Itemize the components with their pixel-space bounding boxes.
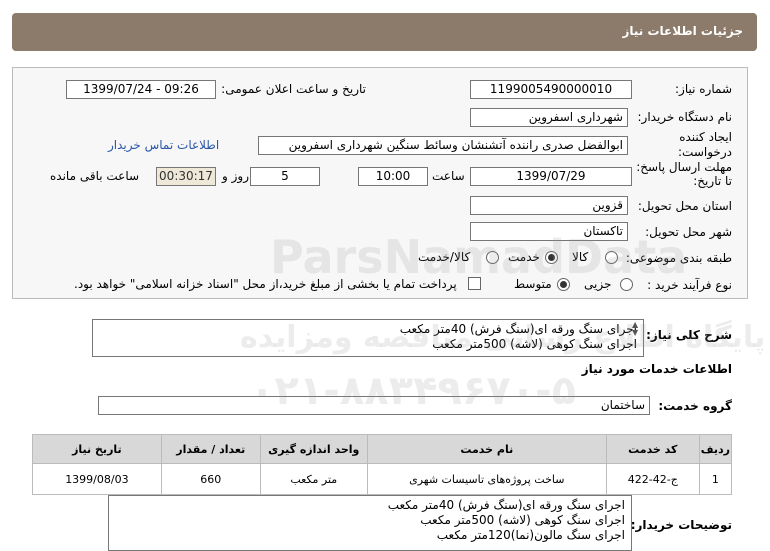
announce-label: تاریخ و ساعت اعلان عمومی: (221, 82, 366, 96)
buyer-label: نام دستگاه خریدار: (637, 110, 733, 124)
contact-buyer-link[interactable]: اطلاعات تماس خریدار (108, 138, 219, 152)
buyer-notes-box: اجرای سنگ ورقه ای(سنگ فرش) 40متر مکعب اج… (108, 495, 632, 551)
category-goods-radio[interactable] (605, 251, 618, 264)
province-field: قزوین (470, 196, 628, 215)
col-name-header: نام خدمت (366, 434, 607, 464)
process-label: نوع فرآیند خرید : (647, 278, 732, 292)
category-goods-label: کالا (572, 250, 589, 264)
city-field: تاکستان (470, 222, 628, 241)
summary-label: شرح کلی نیاز: (646, 328, 732, 342)
process-medium-label: متوسط (514, 277, 552, 291)
creator-field: ابوالفضل صدری راننده آتشنشان وسائط سنگین… (258, 136, 628, 155)
process-minor-radio[interactable] (620, 278, 633, 291)
category-label: طبقه بندی موضوعی: (625, 251, 732, 265)
treasury-payment-note: پرداخت تمام یا بخشی از مبلغ خرید،از محل … (74, 277, 457, 291)
city-label: شهر محل تحویل: (645, 225, 732, 239)
page-header: جزئیات اطلاعات نیاز (12, 13, 757, 51)
remaining-label: ساعت باقی مانده (50, 169, 140, 183)
need-number-field: 1199005490000010 (470, 80, 632, 99)
col-row-header: ردیف (698, 434, 733, 464)
table-header-row: ردیف کد خدمت نام خدمت واحد اندازه گیری ت… (32, 434, 733, 464)
deadline-date-field: 1399/07/29 (470, 167, 632, 186)
cell-code: ج-42-422 (605, 463, 700, 495)
days-remaining-field: 5 (250, 167, 320, 186)
process-medium-radio[interactable] (557, 278, 570, 291)
days-label: روز و (222, 169, 249, 183)
cell-row: 1 (698, 463, 733, 495)
service-group-label: گروه خدمت: (658, 399, 732, 413)
province-label: استان محل تحویل: (637, 199, 732, 213)
buyer-note-line: اجرای سنگ کوهی (لاشه) 500متر مکعب (420, 513, 625, 527)
remaining-time-field: 00:30:17 (156, 167, 216, 186)
scroll-arrows-icon[interactable]: ▲ ▼ (632, 321, 638, 337)
summary-line: اجرای سنگ کوهی (لاشه) 500متر مکعب (432, 337, 637, 351)
treasury-payment-checkbox[interactable] (468, 277, 481, 290)
summary-line: اجرای سنگ ورقه ای(سنگ فرش) 40متر مکعب (399, 322, 637, 336)
creator-label: ایجاد کننده درخواست: (678, 130, 732, 159)
col-code-header: کد خدمت (605, 434, 700, 464)
process-minor-label: جزیی (584, 277, 612, 291)
category-service-radio[interactable] (545, 251, 558, 264)
buyer-notes-label: توضیحات خریدار: (630, 518, 732, 532)
service-group-field: ساختمان (98, 396, 650, 415)
announce-field: 1399/07/24 - 09:26 (66, 80, 216, 99)
category-goods-service-label: کالا/خدمت (418, 250, 471, 264)
need-number-label: شماره نیاز: (675, 82, 732, 96)
services-table: ردیف کد خدمت نام خدمت واحد اندازه گیری ت… (32, 434, 733, 495)
col-unit-header: واحد اندازه گیری (259, 434, 368, 464)
page-title: جزئیات اطلاعات نیاز (622, 24, 743, 38)
buyer-note-line: اجرای سنگ مالون(نما)120متر مکعب (436, 528, 625, 542)
cell-date: 1399/08/03 (32, 463, 162, 495)
buyer-note-line: اجرای سنگ ورقه ای(سنگ فرش) 40متر مکعب (387, 498, 625, 512)
category-service-label: خدمت (508, 250, 540, 264)
category-goods-service-radio[interactable] (486, 251, 499, 264)
cell-name: ساخت پروژه‌های تاسیسات شهری (366, 463, 607, 495)
summary-textarea[interactable]: اجرای سنگ ورقه ای(سنگ فرش) 40متر مکعب اج… (92, 319, 644, 357)
col-qty-header: تعداد / مقدار (160, 434, 261, 464)
table-row: 1 ج-42-422 ساخت پروژه‌های تاسیسات شهری م… (32, 463, 733, 495)
cell-qty: 660 (160, 463, 261, 495)
buyer-field: شهرداری اسفروین (470, 108, 628, 127)
services-section-title: اطلاعات خدمات مورد نیاز (581, 362, 732, 376)
deadline-time-label: ساعت (432, 169, 465, 183)
col-date-header: تاریخ نیاز (32, 434, 162, 464)
cell-unit: متر مکعب (259, 463, 368, 495)
deadline-time-field: 10:00 (358, 167, 428, 186)
deadline-label: مهلت ارسال پاسخ: تا تاریخ: (636, 160, 732, 188)
